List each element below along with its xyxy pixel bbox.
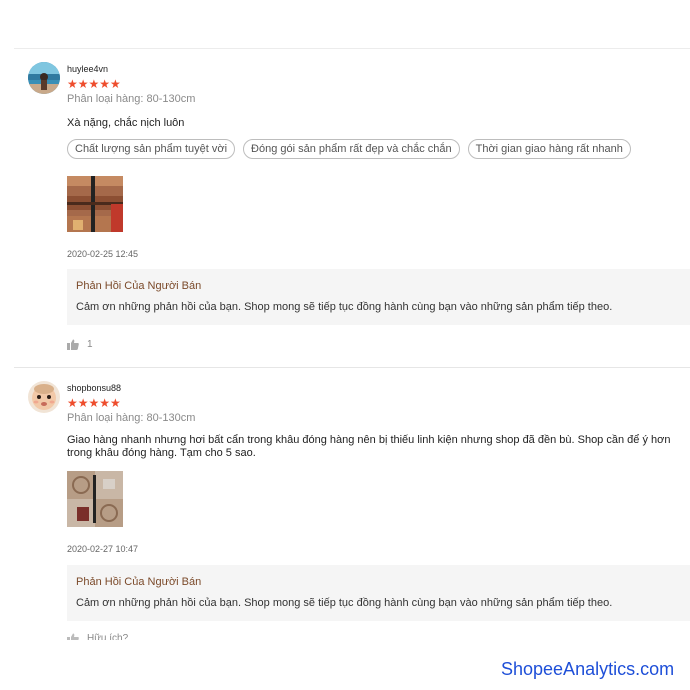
reviews-panel: huylee4vn ★★★★★ Phân loại hàng: 80-130cm… [14,0,690,690]
review-photo[interactable] [67,176,123,232]
review-tag: Đóng gói sản phẩm rất đẹp và chắc chắn [243,139,460,159]
helpful-label: Hữu ích? [87,633,129,644]
watermark: ShopeeAnalytics.com [501,659,675,679]
like-button[interactable]: 1 [67,339,93,350]
divider [14,48,690,49]
review-photo[interactable] [67,471,123,527]
avatar[interactable] [28,62,60,94]
review-timestamp: 2020-02-25 12:45 [67,249,139,259]
rating-stars: ★★★★★ [67,396,121,410]
username[interactable]: huylee4vn [67,64,108,74]
like-button[interactable]: Hữu ích? [67,633,129,644]
review-tag: Chất lượng sản phẩm tuyệt vời [67,139,236,159]
rating-stars: ★★★★★ [67,77,121,91]
seller-reply-text: Cảm ơn những phản hồi của bạn. Shop mong… [76,301,613,313]
username[interactable]: shopbonsu88 [67,383,121,393]
seller-reply: Phản Hồi Của Người Bán Cảm ơn những phản… [67,565,690,621]
avatar[interactable] [28,381,60,413]
thumbs-up-icon [67,339,79,350]
review-tags: Chất lượng sản phẩm tuyệt vời Đóng gói s… [67,139,631,159]
review-timestamp: 2020-02-27 10:47 [67,544,139,554]
divider [14,367,690,368]
thumbs-up-icon [67,633,79,640]
review-tag: Thời gian giao hàng rất nhanh [467,139,631,159]
seller-reply-title: Phản Hồi Của Người Bán [76,280,202,292]
seller-reply-text: Cảm ơn những phản hồi của bạn. Shop mong… [76,597,613,609]
variation-label: Phân loại hàng: 80-130cm [67,93,196,105]
review-comment: Giao hàng nhanh nhưng hơi bất cẩn trong … [67,434,671,459]
review-comment: Xà nặng, chắc nịch luôn [67,117,185,129]
seller-reply-title: Phản Hồi Của Người Bán [76,576,202,588]
seller-reply: Phản Hồi Của Người Bán Cảm ơn những phản… [67,269,690,325]
variation-label: Phân loại hàng: 80-130cm [67,412,196,424]
like-count: 1 [87,339,93,350]
